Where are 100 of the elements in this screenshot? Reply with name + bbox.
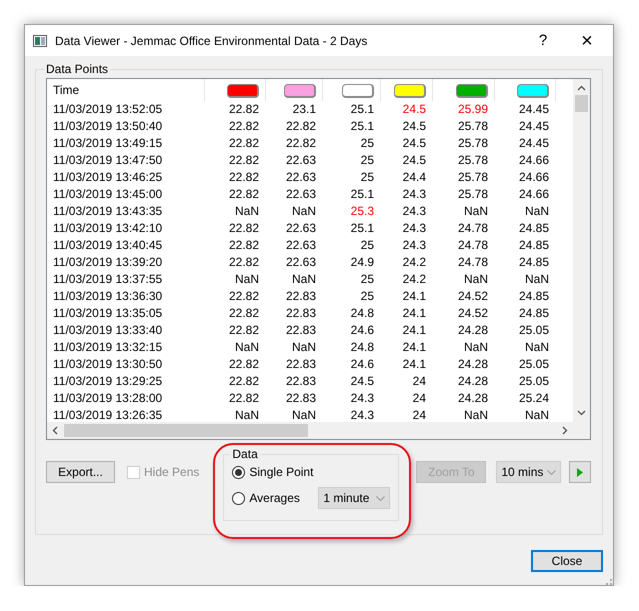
table-cell-text: 11/03/2019 13:47:50 xyxy=(52,152,164,169)
table-cell-text: 25.05 xyxy=(518,373,550,390)
table-cell-text: 11/03/2019 13:32:15 xyxy=(52,339,164,356)
table-cell-text: 22.82 xyxy=(228,237,260,254)
close-button[interactable]: × xyxy=(565,25,609,56)
table-cell-text: 22.82 xyxy=(228,186,260,203)
scrollbar-thumb[interactable] xyxy=(575,95,588,112)
table-cell-text: 24.78 xyxy=(456,220,489,237)
table-cell-text: 24.1 xyxy=(402,305,427,322)
caret-icon xyxy=(376,496,386,500)
table-cell-text: 25.1 xyxy=(350,186,375,203)
radio-button[interactable]: Single Point xyxy=(232,463,314,481)
table-cell-text: 24.85 xyxy=(518,220,550,237)
table-cell-text: 24.3 xyxy=(402,237,427,254)
close-button[interactable]: Close xyxy=(531,550,603,572)
table-cell-text: 11/03/2019 13:29:25 xyxy=(52,373,164,390)
table-cell-text: 25.78 xyxy=(456,118,489,135)
table-cell-text: 25.78 xyxy=(456,186,489,203)
table-cell-text: 25.78 xyxy=(456,135,489,152)
table-cell-text: 25.1 xyxy=(350,118,375,135)
scrollbar-thumb[interactable] xyxy=(64,424,308,437)
table-cell-text: 22.82 xyxy=(228,288,260,305)
table-cell-text: 22.82 xyxy=(228,118,260,135)
table-cell-text: 22.63 xyxy=(284,237,317,254)
horizontal-scrollbar[interactable] xyxy=(47,422,573,439)
table-cell-text: 22.82 xyxy=(284,135,317,152)
table-cell-text: 24.66 xyxy=(518,169,550,186)
interval-dropdown[interactable]: 1 minute xyxy=(318,487,390,509)
play-icon xyxy=(577,468,584,476)
zoom-interval-dropdown[interactable]: 10 mins xyxy=(496,461,562,483)
table-cell-text: 11/03/2019 13:36:30 xyxy=(52,288,164,305)
table-cell-text: 24.85 xyxy=(518,254,550,271)
table-cell-text: 24.1 xyxy=(402,356,427,373)
table-cell-text: NaN xyxy=(234,203,260,220)
table-cell-text: 22.82 xyxy=(228,356,260,373)
table-cell-text: NaN xyxy=(290,407,317,422)
table-cell-text: 11/03/2019 13:33:40 xyxy=(52,322,164,339)
table-cell: 11/03/2019 13:52:05 xyxy=(47,101,204,118)
table-cell-text: NaN xyxy=(290,271,317,288)
table-cell-text: 24.85 xyxy=(518,288,550,305)
scroll-up-icon[interactable] xyxy=(577,85,586,91)
table-cell-text: 24.28 xyxy=(456,390,489,407)
table-cell-text: 22.83 xyxy=(284,356,317,373)
table-cell-text: 25 xyxy=(360,288,375,305)
table-cell-text: NaN xyxy=(234,271,260,288)
table-cell-text: 24.3 xyxy=(350,407,375,422)
table-cell-text: 24.1 xyxy=(402,288,427,305)
table-cell-text: 22.63 xyxy=(284,186,317,203)
table-cell-text: 25.3 xyxy=(350,203,375,220)
table-cell-text: 24.5 xyxy=(402,152,427,169)
table-cell-text: 24.5 xyxy=(402,135,427,152)
scroll-left-icon[interactable] xyxy=(52,426,58,435)
table-cell-text: 22.82 xyxy=(228,373,260,390)
table-cell: 25.99 xyxy=(432,101,494,118)
table-cell-text: 11/03/2019 13:49:15 xyxy=(52,135,164,152)
group-label: Data xyxy=(231,447,259,461)
table-cell-text: 24.28 xyxy=(456,322,489,339)
table-cell-text: 24.6 xyxy=(350,356,375,373)
table-cell: 25.1 xyxy=(322,101,380,118)
table-cell-text: 22.83 xyxy=(284,288,317,305)
table-cell-text: 24.3 xyxy=(402,186,427,203)
table-cell-text: 24.2 xyxy=(402,254,427,271)
table-cell-text: 24 xyxy=(412,407,427,422)
radio-button[interactable]: Averages xyxy=(232,489,300,507)
export-button[interactable]: Export... xyxy=(46,461,116,483)
table-cell-text: 11/03/2019 13:28:00 xyxy=(52,390,164,407)
table-cell-text: 24.52 xyxy=(456,305,489,322)
table-cell: 23.1 xyxy=(265,101,322,118)
table-cell-text: 11/03/2019 13:26:35 xyxy=(52,407,164,422)
table-cell-text: 24.45 xyxy=(518,118,550,135)
column-header[interactable]: Time xyxy=(47,79,204,101)
table-cell-text: 11/03/2019 13:40:45 xyxy=(52,237,164,254)
table-cell-text: 11/03/2019 13:39:20 xyxy=(52,254,164,271)
table-cell-text: NaN xyxy=(290,339,317,356)
table-cell: 24.45 xyxy=(494,101,555,118)
help-button[interactable]: ? xyxy=(521,25,565,56)
scroll-right-icon[interactable] xyxy=(562,426,568,435)
table-cell-text: 24.78 xyxy=(456,237,489,254)
table-cell-text: 22.63 xyxy=(284,152,317,169)
table-cell-text: 24.85 xyxy=(518,237,550,254)
table-cell-text: 25.1 xyxy=(350,220,375,237)
table-cell-text: NaN xyxy=(524,339,550,356)
scroll-down-icon[interactable] xyxy=(577,410,586,416)
table-cell-text: 24.5 xyxy=(402,118,427,135)
vertical-scrollbar[interactable] xyxy=(573,79,590,422)
table-cell-text: 24.8 xyxy=(350,305,375,322)
table-cell-text: 24.9 xyxy=(350,254,375,271)
caret-icon xyxy=(547,470,556,474)
table-cell-text: 11/03/2019 13:42:10 xyxy=(52,220,164,237)
table-cell-text: 24.66 xyxy=(518,152,550,169)
table-cell-text: 24.3 xyxy=(402,203,427,220)
play-button[interactable] xyxy=(569,461,591,483)
table-cell-text: 24.52 xyxy=(456,288,489,305)
table-cell: 22.82 xyxy=(204,101,265,118)
table-cell-text: 25 xyxy=(360,237,375,254)
table-cell-text: 24 xyxy=(412,390,427,407)
table-cell-text: 25.05 xyxy=(518,356,550,373)
table-cell-text: 25.78 xyxy=(456,152,489,169)
table-cell-text: 24.4 xyxy=(402,169,427,186)
table-cell-text: 24.28 xyxy=(456,373,489,390)
